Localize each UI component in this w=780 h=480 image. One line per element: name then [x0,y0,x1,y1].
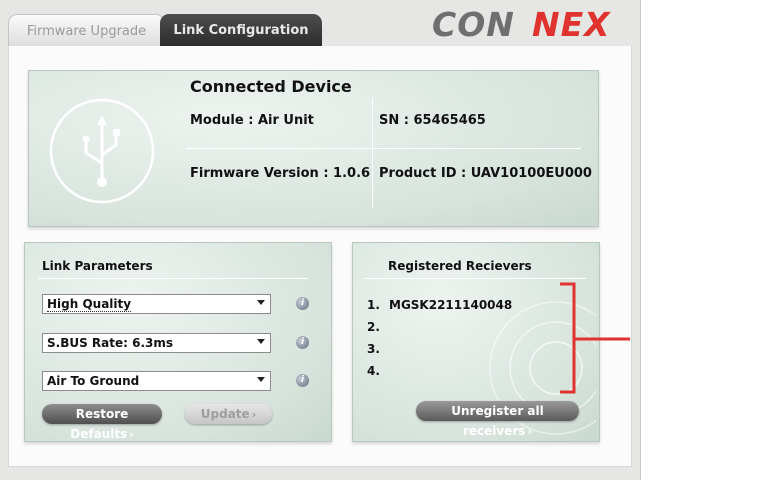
chevron-right-icon: › [527,425,532,438]
sbus-rate-select[interactable]: S.BUS Rate: 6.3ms [42,333,271,353]
link-mode-select-value: Air To Ground [47,374,140,388]
chevron-down-icon [257,300,265,305]
chevron-right-icon: › [129,428,134,441]
receiver-4-number: 4. [367,364,380,378]
chevron-right-icon: › [251,408,257,421]
device-product-id: Product ID : UAV10100EU000 [379,166,592,181]
quality-select-value: High Quality [47,297,132,312]
tab-firmware-upgrade[interactable]: Firmware Upgrade [8,14,165,48]
logo-con-text: CON [432,8,515,40]
receivers-underline [364,278,586,279]
receiver-1-value: MGSK2211140048 [389,298,513,312]
receivers-title: Registered Recievers [388,259,532,273]
device-module: Module : Air Unit [190,113,314,128]
receiver-2-number: 2. [367,320,380,334]
connex-logo: CON NEX [432,8,611,40]
device-title: Connected Device [190,77,352,96]
chevron-down-icon [257,339,265,344]
usb-icon [49,98,155,204]
quality-select[interactable]: High Quality [42,294,271,314]
restore-defaults-label: Restore Defaults [70,407,129,441]
sbus-rate-select-value: S.BUS Rate: 6.3ms [47,336,174,350]
device-firmware-version: Firmware Version : 1.0.6 [190,166,371,181]
app-window: Firmware Upgrade Link Configuration CON … [0,0,641,480]
restore-defaults-button[interactable]: Restore Defaults › [42,404,162,441]
unregister-all-button[interactable]: Unregister all receivers › [416,401,579,438]
link-parameters-title: Link Parameters [42,259,153,273]
link-parameters-underline [38,278,308,279]
device-divider-vertical [372,98,373,208]
quality-info-icon[interactable]: i [296,297,309,310]
receiver-1-number: 1. [367,298,380,312]
sbus-rate-info-icon[interactable]: i [296,336,309,349]
receiver-3-number: 3. [367,342,380,356]
logo-nex-text: NEX [532,8,611,40]
chevron-down-icon [257,377,265,382]
update-label: Update [200,407,250,421]
device-divider-horizontal [186,148,581,149]
annotation-bracket [560,282,630,394]
link-mode-select[interactable]: Air To Ground [42,371,271,391]
update-button[interactable]: Update › [185,404,272,424]
tab-link-configuration[interactable]: Link Configuration [160,14,322,47]
device-sn: SN : 65465465 [379,113,486,128]
link-mode-info-icon[interactable]: i [296,374,309,387]
